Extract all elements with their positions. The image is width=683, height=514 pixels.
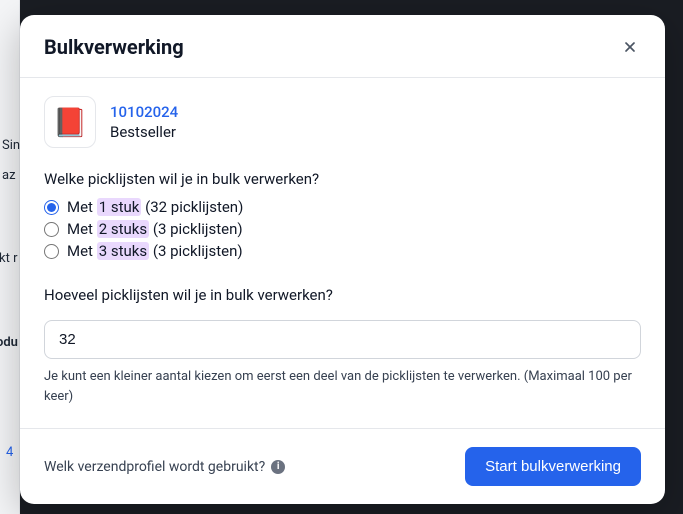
bulk-processing-modal: Bulkverwerking 📕 10102024 Bestseller Wel… [20,15,665,504]
close-button[interactable] [619,36,641,58]
option-label: Met 1 stuk (32 picklijsten) [67,198,243,216]
option-1-stuk[interactable]: Met 1 stuk (32 picklijsten) [44,198,641,216]
bg-text: 4 [6,445,13,460]
product-name: Bestseller [110,123,178,141]
footer-question-text: Welk verzendprofiel wordt gebruikt? [44,459,265,475]
option-2-stuks[interactable]: Met 2 stuks (3 picklijsten) [44,220,641,238]
bg-text: kt r [0,251,17,266]
modal-body: 📕 10102024 Bestseller Welke picklijsten … [20,78,665,428]
product-info: 10102024 Bestseller [110,103,178,141]
option-label: Met 3 stuks (3 picklijsten) [67,242,243,260]
close-icon [622,39,638,55]
option-3-stuks[interactable]: Met 3 stuks (3 picklijsten) [44,242,641,260]
modal-header: Bulkverwerking [20,15,665,78]
count-question: Hoeveel picklijsten wil je in bulk verwe… [44,286,641,304]
bg-text: odu [0,335,18,350]
bg-text: Sin [2,138,20,153]
radio-2-stuks[interactable] [44,222,59,237]
shipping-profile-question: Welk verzendprofiel wordt gebruikt? i [44,459,285,475]
helper-text: Je kunt een kleiner aantal kiezen om eer… [44,367,641,406]
product-code-link[interactable]: 10102024 [110,103,178,121]
radio-3-stuks[interactable] [44,244,59,259]
picklist-question: Welke picklijsten wil je in bulk verwerk… [44,170,641,188]
count-input[interactable] [44,320,641,359]
product-row: 📕 10102024 Bestseller [44,96,641,148]
backdrop: Sin az kt r odu 4 [0,0,20,514]
bg-text: az [2,168,16,183]
product-icon: 📕 [44,96,96,148]
radio-1-stuk[interactable] [44,200,59,215]
start-bulk-button[interactable]: Start bulkverwerking [465,447,641,486]
modal-title: Bulkverwerking [44,35,184,59]
info-icon[interactable]: i [271,460,285,474]
option-label: Met 2 stuks (3 picklijsten) [67,220,243,238]
modal-footer: Welk verzendprofiel wordt gebruikt? i St… [20,428,665,504]
